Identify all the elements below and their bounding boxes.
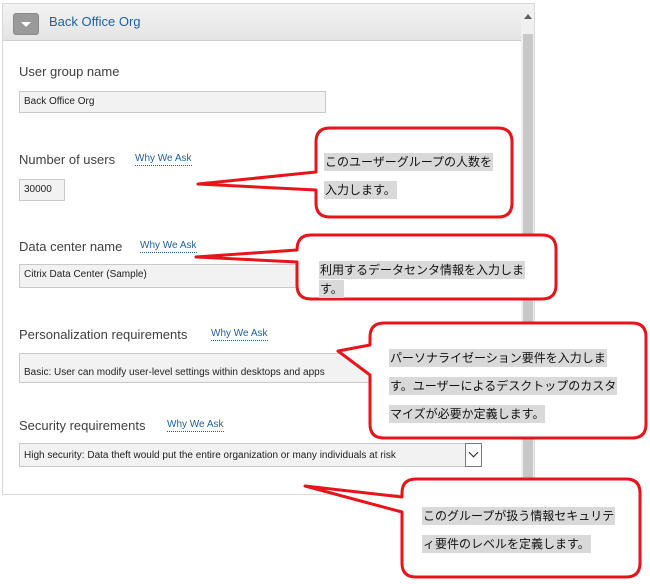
annotation-datacenter-line-1: 利用するデータセンタ情報を入力しま [319,261,526,279]
annotation-users: このユーザーグループの人数を 入力します。 [324,148,494,204]
annotation-users-line-1: このユーザーグループの人数を [324,153,494,171]
annotation-users-line-2: 入力します。 [324,181,397,199]
annotation-security-line-2: ィ要件のレベルを定義します。 [422,535,591,553]
annotation-datacenter-line-2: す。 [319,280,344,298]
annotation-personalization: パーソナライゼーション要件を入力しま す。ユーザーによるデスクトップのカスタ マ… [389,344,618,428]
annotation-datacenter: 利用するデータセンタ情報を入力しま す。 [319,256,526,298]
annotation-personalization-line-3: マイズが必要か定義します。 [389,405,546,423]
annotation-personalization-line-2: す。ユーザーによるデスクトップのカスタ [389,377,618,395]
annotation-personalization-line-1: パーソナライゼーション要件を入力しま [389,349,607,367]
annotation-security: このグループが扱う情報セキュリテ ィ要件のレベルを定義します。 [422,502,616,558]
annotation-security-line-1: このグループが扱う情報セキュリテ [422,507,616,525]
